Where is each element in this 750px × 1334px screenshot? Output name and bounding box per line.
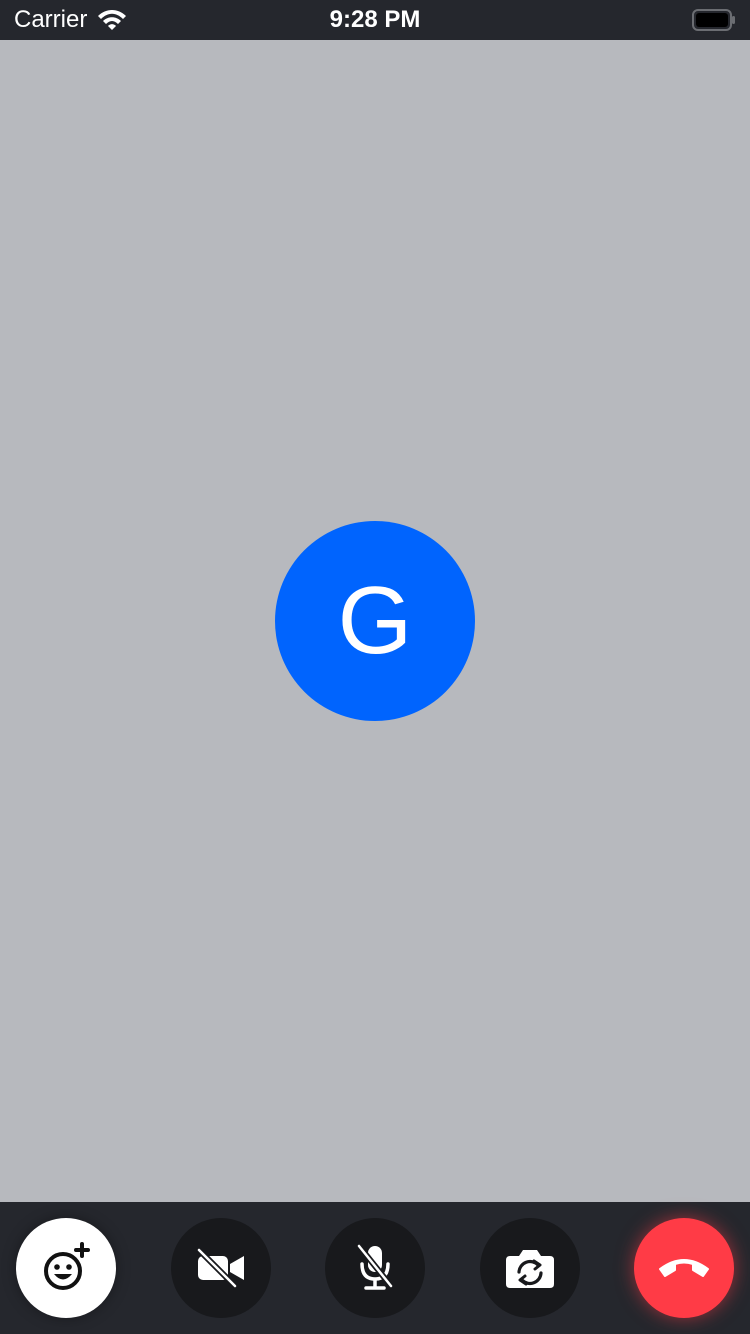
video-off-icon — [196, 1248, 244, 1288]
end-call-icon — [659, 1259, 709, 1277]
call-stage: G — [0, 40, 750, 1202]
call-controls-bar — [0, 1202, 750, 1334]
mic-off-icon — [356, 1244, 394, 1290]
flip-camera-button[interactable] — [480, 1218, 580, 1318]
status-time: 9:28 PM — [329, 6, 421, 33]
toggle-video-button[interactable] — [171, 1218, 271, 1318]
add-reaction-button[interactable] — [16, 1218, 116, 1318]
participant-avatar: G — [275, 521, 475, 721]
end-call-button[interactable] — [634, 1218, 734, 1318]
camera-flip-icon — [506, 1250, 554, 1288]
emoji-add-icon — [44, 1242, 90, 1290]
battery-icon — [692, 9, 735, 31]
toggle-mic-button[interactable] — [325, 1218, 425, 1318]
status-bar: Carrier 9:28 PM — [0, 0, 750, 40]
